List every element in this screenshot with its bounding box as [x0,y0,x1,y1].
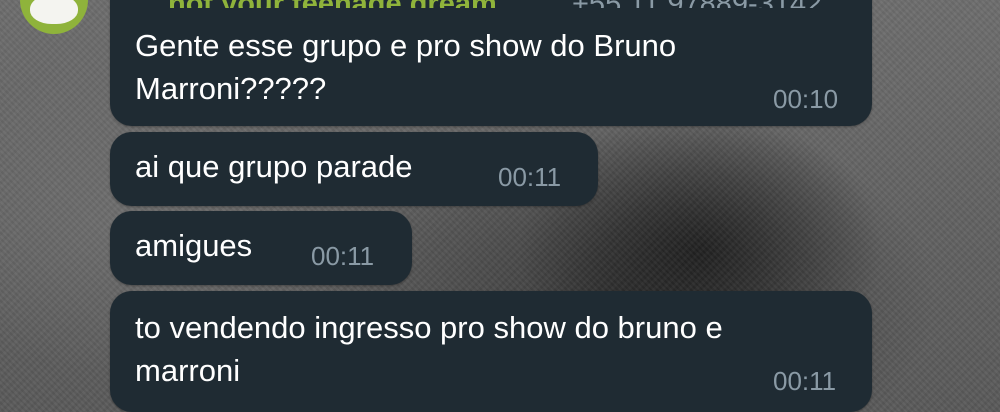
message-bubble[interactable]: ai que grupo parade 00:11 [110,132,598,206]
sender-name[interactable]: not your teenage dream [168,0,497,8]
message-time: 00:10 [773,84,839,114]
sender-phone: +55 11 97889-3142 [572,0,822,8]
message-time: 00:11 [498,162,562,192]
message-time: 00:11 [773,366,837,396]
message-bubble[interactable]: amigues 00:11 [110,211,412,285]
message-bubble[interactable]: to vendendo ingresso pro show do bruno e… [110,291,872,412]
sender-avatar[interactable] [20,0,88,34]
message-header: not your teenage dream +55 11 97889-3142 [110,0,872,8]
avatar-image-icon [30,0,78,24]
message-time: 00:11 [311,241,375,271]
message-bubble[interactable]: not your teenage dream +55 11 97889-3142… [110,0,872,126]
message-text: Gente esse grupo e pro show do Bruno Mar… [135,28,677,106]
message-text: amigues [135,228,253,263]
message-text: ai que grupo parade [135,149,413,184]
message-text: to vendendo ingresso pro show do bruno e… [135,310,723,388]
